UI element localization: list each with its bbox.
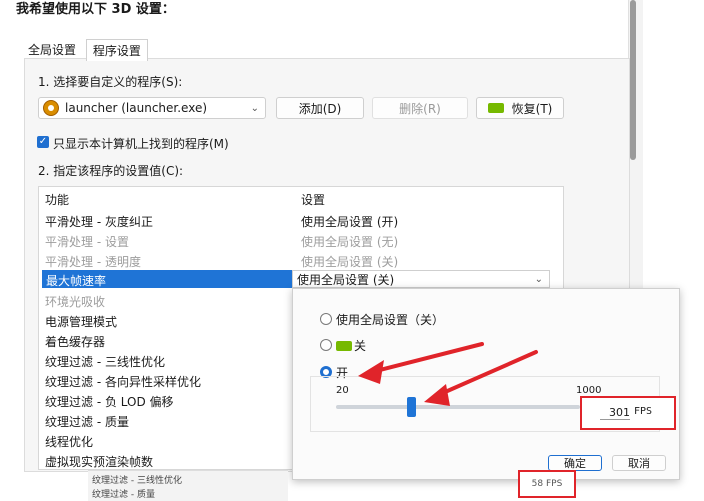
annotation-arrows xyxy=(358,342,538,406)
arrow-to-on-option xyxy=(358,342,484,384)
arrow-to-slider xyxy=(424,350,538,406)
